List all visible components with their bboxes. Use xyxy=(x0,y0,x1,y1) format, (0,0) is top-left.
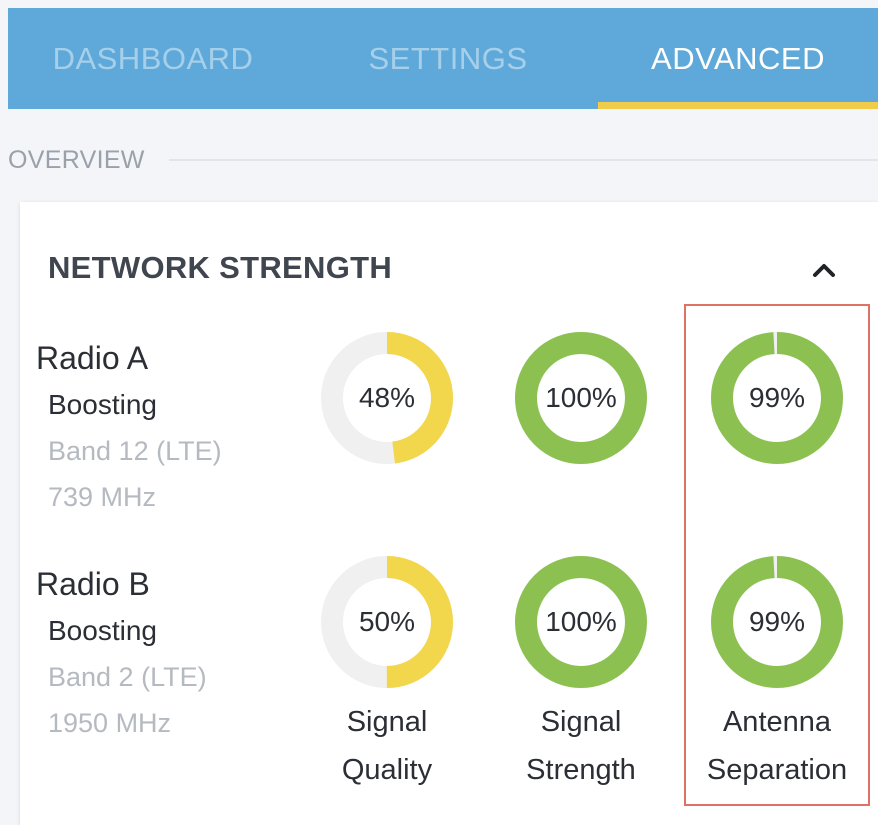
radio-name: Radio A xyxy=(36,340,149,376)
radio-name: Radio B xyxy=(36,566,150,602)
signal-quality-ring: 48% xyxy=(321,332,453,464)
column-label-signal-quality: Signal Quality xyxy=(297,698,477,794)
radio-frequency: 739 MHz xyxy=(48,482,157,512)
signal-strength-ring: 100% xyxy=(515,556,647,688)
ring-value: 100% xyxy=(545,606,617,637)
ring-value: 50% xyxy=(358,606,416,637)
overview-divider xyxy=(168,159,878,161)
tab-bar: DASHBOARD SETTINGS ADVANCED xyxy=(8,8,878,109)
radio-band: Band 12 (LTE) xyxy=(48,436,222,466)
ring-value: 48% xyxy=(358,382,416,413)
radio-status: Boosting xyxy=(48,615,157,646)
column-label-line: Strength xyxy=(526,754,636,786)
app-screen: DASHBOARD SETTINGS ADVANCED OVERVIEW NET… xyxy=(0,0,878,825)
column-label-line: Signal xyxy=(540,706,622,738)
overview-label: OVERVIEW xyxy=(8,145,145,174)
signal-strength-ring: 100% xyxy=(515,332,647,464)
column-label-signal-strength: Signal Strength xyxy=(491,698,671,794)
collapse-button[interactable] xyxy=(806,252,842,288)
tab-settings[interactable]: SETTINGS xyxy=(298,8,598,109)
radio-frequency: 1950 MHz xyxy=(48,708,172,738)
tab-advanced[interactable]: ADVANCED xyxy=(598,8,878,109)
radio-b-info: Radio B Boosting Band 2 (LTE) 1950 MHz xyxy=(36,560,207,746)
antenna-separation-highlight xyxy=(684,304,870,806)
active-tab-indicator xyxy=(598,102,878,109)
column-label-line: Signal xyxy=(346,706,428,738)
radio-status: Boosting xyxy=(48,389,157,420)
column-label-line: Quality xyxy=(341,754,433,786)
radio-band: Band 2 (LTE) xyxy=(48,662,207,692)
signal-quality-ring: 50% xyxy=(321,556,453,688)
network-strength-card: NETWORK STRENGTH Radio A Boosting Band 1… xyxy=(20,202,878,825)
tab-dashboard[interactable]: DASHBOARD xyxy=(8,8,298,109)
overview-section-header: OVERVIEW xyxy=(8,140,878,180)
chevron-up-icon xyxy=(813,264,835,277)
radio-a-info: Radio A Boosting Band 12 (LTE) 739 MHz xyxy=(36,334,222,520)
card-title: NETWORK STRENGTH xyxy=(48,250,393,285)
ring-value: 100% xyxy=(545,382,617,413)
